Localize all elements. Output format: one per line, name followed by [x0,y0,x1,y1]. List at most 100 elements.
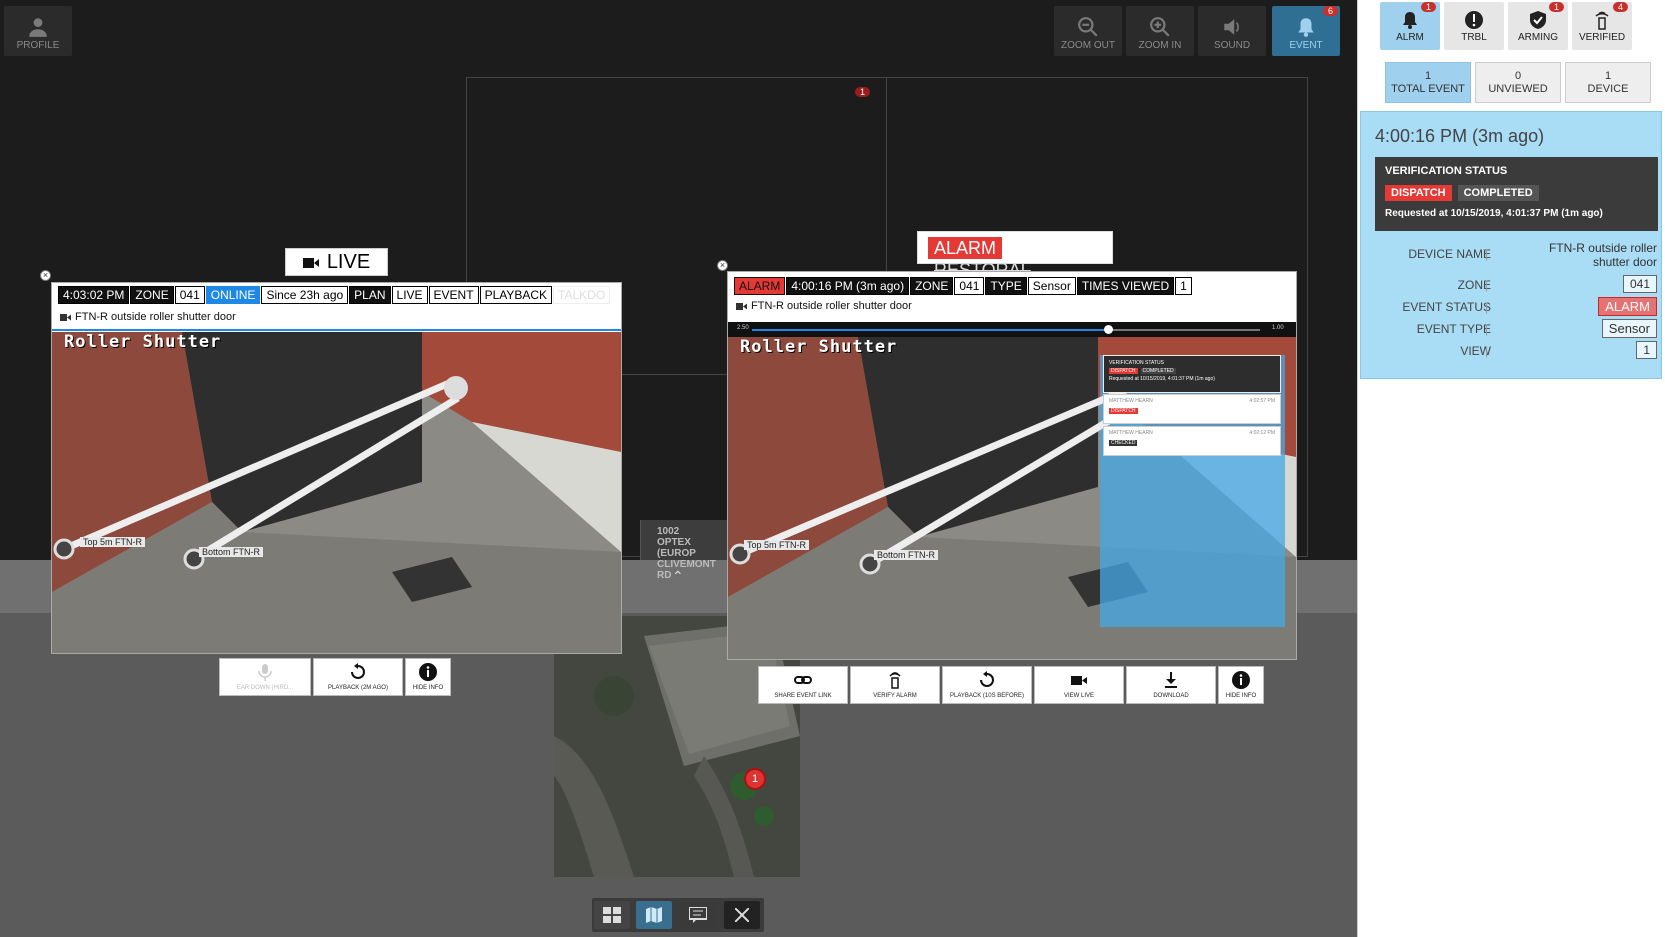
verify-alarm-button[interactable]: VERIFY ALARM [850,666,940,704]
detail-row-event-status: EVENT STATUS | ALARM [1361,297,1663,317]
live-tab[interactable]: LIVE [391,286,428,304]
event-button[interactable]: EVENT 6 [1272,6,1340,56]
zoom-in-icon [1150,17,1170,37]
close-alarm-window[interactable]: × [717,260,728,271]
video-camera-icon [60,313,71,321]
zoom-in-label: ZOOM IN [1138,40,1182,51]
dispatch-badge: DISPATCH [1385,185,1452,201]
close-icon [734,907,750,923]
overlay-log-user: MATTHEW HEARN [1109,430,1153,436]
talkdown-tab[interactable]: TALKDO [553,286,611,304]
event-detail-card[interactable]: 4:00:16 PM (3m ago) VERIFICATION STATUS … [1360,111,1662,379]
alarm-hide-info-button[interactable]: HIDE INFO [1218,666,1264,704]
share-event-link-button[interactable]: SHARE EVENT LINK [758,666,848,704]
sound-button[interactable]: SOUND [1198,6,1266,56]
live-device-row: FTN-R outside roller shutter door [60,311,236,323]
scrub-end-time: 1.00 [1272,325,1284,331]
overlay-log-entry: MATTHEW HEARN 4:02:12 PM CHECKED [1103,426,1281,456]
scrub-bar: 2.50 1.00 [728,322,1296,337]
grid-icon [603,907,621,923]
playback-tab[interactable]: PLAYBACK [479,286,553,304]
separator: | [1485,344,1489,358]
tab-arming-label: ARMING [1518,32,1558,43]
counter-device-value: 1 [1604,70,1612,82]
live-zone-tag: ZONE [130,286,174,304]
talkdown-label: EAR DOWN (HIRD... [236,685,294,691]
download-label: DOWNLOAD [1153,693,1189,699]
map-icon [646,907,662,923]
overlay-title: VERIFICATION STATUS [1109,360,1165,366]
alarm-camera-feed[interactable]: Roller Shutter Top 5m FTN-R Bottom FTN-R… [728,337,1296,659]
alarm-header-label[interactable]: ALARM [928,237,1003,259]
alarm-time-tag: 4:00:16 PM (3m ago) [786,277,910,295]
counter-unviewed[interactable]: 0 UNVIEWED [1475,62,1561,103]
live-marker-bottom[interactable]: Bottom FTN-R [199,547,264,557]
overlay-requested: Requested at 10/15/2019, 4:01:37 PM (1m … [1109,376,1215,382]
chat-view-button[interactable] [680,901,716,929]
tab-verified[interactable]: VERIFIED 4 [1572,2,1632,50]
alarm-device-name: FTN-R outside roller shutter door [751,300,912,312]
verification-status-box: VERIFICATION STATUS DISPATCH COMPLETED Re… [1375,157,1658,231]
zone-value: 041 [1622,275,1657,293]
event-badge: 6 [1322,6,1338,16]
bell-icon [1403,12,1417,29]
plan-tag[interactable]: PLAN [349,286,391,304]
map-device-card[interactable]: 1002 OPTEX (EUROP CLIVEMONT RD [640,520,730,581]
speaker-icon [1224,19,1239,35]
alarm-marker-top[interactable]: Top 5m FTN-R [744,540,810,550]
video-camera-icon [736,302,747,310]
tab-trouble[interactable]: TRBL [1444,2,1504,50]
overlay-dispatch-badge: DISPATCH [1109,368,1138,374]
close-live-window[interactable]: × [40,270,51,281]
times-viewed-tag: TIMES VIEWED [1076,277,1175,295]
event-time: 4:00:16 PM (3m ago) [1375,126,1545,146]
verification-requested: Requested at 10/15/2019, 4:01:37 PM (1m … [1385,208,1603,219]
tab-arming[interactable]: ARMING 1 [1508,2,1568,50]
live-marker-top[interactable]: Top 5m FTN-R [80,537,146,547]
overlay-log-time: 4:02:12 PM [1249,430,1275,436]
link-icon [794,676,812,684]
alarm-playback-button[interactable]: PLAYBACK (10S BEFORE) [942,666,1032,704]
view-live-button[interactable]: VIEW LIVE [1034,666,1124,704]
live-camera-feed[interactable]: Roller Shutter Top 5m FTN-R Bottom FTN-R [52,332,621,653]
counter-device[interactable]: 1 DEVICE [1565,62,1651,103]
event-status-label: EVENT STATUS [1402,300,1491,314]
info-icon [1232,671,1250,689]
live-progress-line [52,329,621,331]
user-icon [29,18,47,37]
live-header-label: LIVE [326,251,371,273]
live-time-tag: 4:03:02 PM [58,286,130,304]
scrub-handle[interactable] [1103,325,1113,334]
zoom-out-button[interactable]: ZOOM OUT [1054,6,1122,56]
event-status-value: ALARM [1598,297,1657,316]
live-zone-value: 041 [174,286,205,304]
alarm-marker-bottom[interactable]: Bottom FTN-R [874,550,939,560]
download-button[interactable]: DOWNLOAD [1126,666,1216,704]
profile-button[interactable]: PROFILE [4,6,72,56]
alarm-sensor-icon [1595,11,1609,30]
counter-device-label: DEVICE [1587,83,1629,95]
separator: | [1485,247,1489,261]
live-camera-image [52,332,621,653]
counter-total-event[interactable]: 1 TOTAL EVENT [1385,62,1471,103]
event-tab[interactable]: EVENT [428,286,479,304]
zoom-in-button[interactable]: ZOOM IN [1126,6,1194,56]
map-pin[interactable]: 1 [744,768,766,790]
live-playback-button[interactable]: PLAYBACK (2M AGO) [313,658,403,696]
close-view-button[interactable] [724,901,760,929]
live-action-bar: EAR DOWN (HIRD... PLAYBACK (2M AGO) HIDE… [219,658,451,696]
live-device-name: FTN-R outside roller shutter door [75,311,236,323]
alarm-header: ALARMRESTORAL [917,231,1113,280]
map-view-button[interactable] [636,901,672,929]
scrub-fill [752,329,1108,331]
alarm-zone-value: 041 [954,277,985,295]
live-hide-info-button[interactable]: HIDE INFO [405,658,451,696]
grid-view-button[interactable] [594,901,630,929]
tab-alarm[interactable]: ALRM 1 [1380,2,1440,50]
online-status-tag: ONLINE [205,286,261,304]
tab-trouble-label: TRBL [1461,32,1487,43]
replay-icon [351,663,365,679]
device-name-label: DEVICE NAME [1408,247,1491,261]
overlay-log-user: MATTHEW HEARN [1109,398,1153,404]
talkdown-button[interactable]: EAR DOWN (HIRD... [219,658,311,696]
